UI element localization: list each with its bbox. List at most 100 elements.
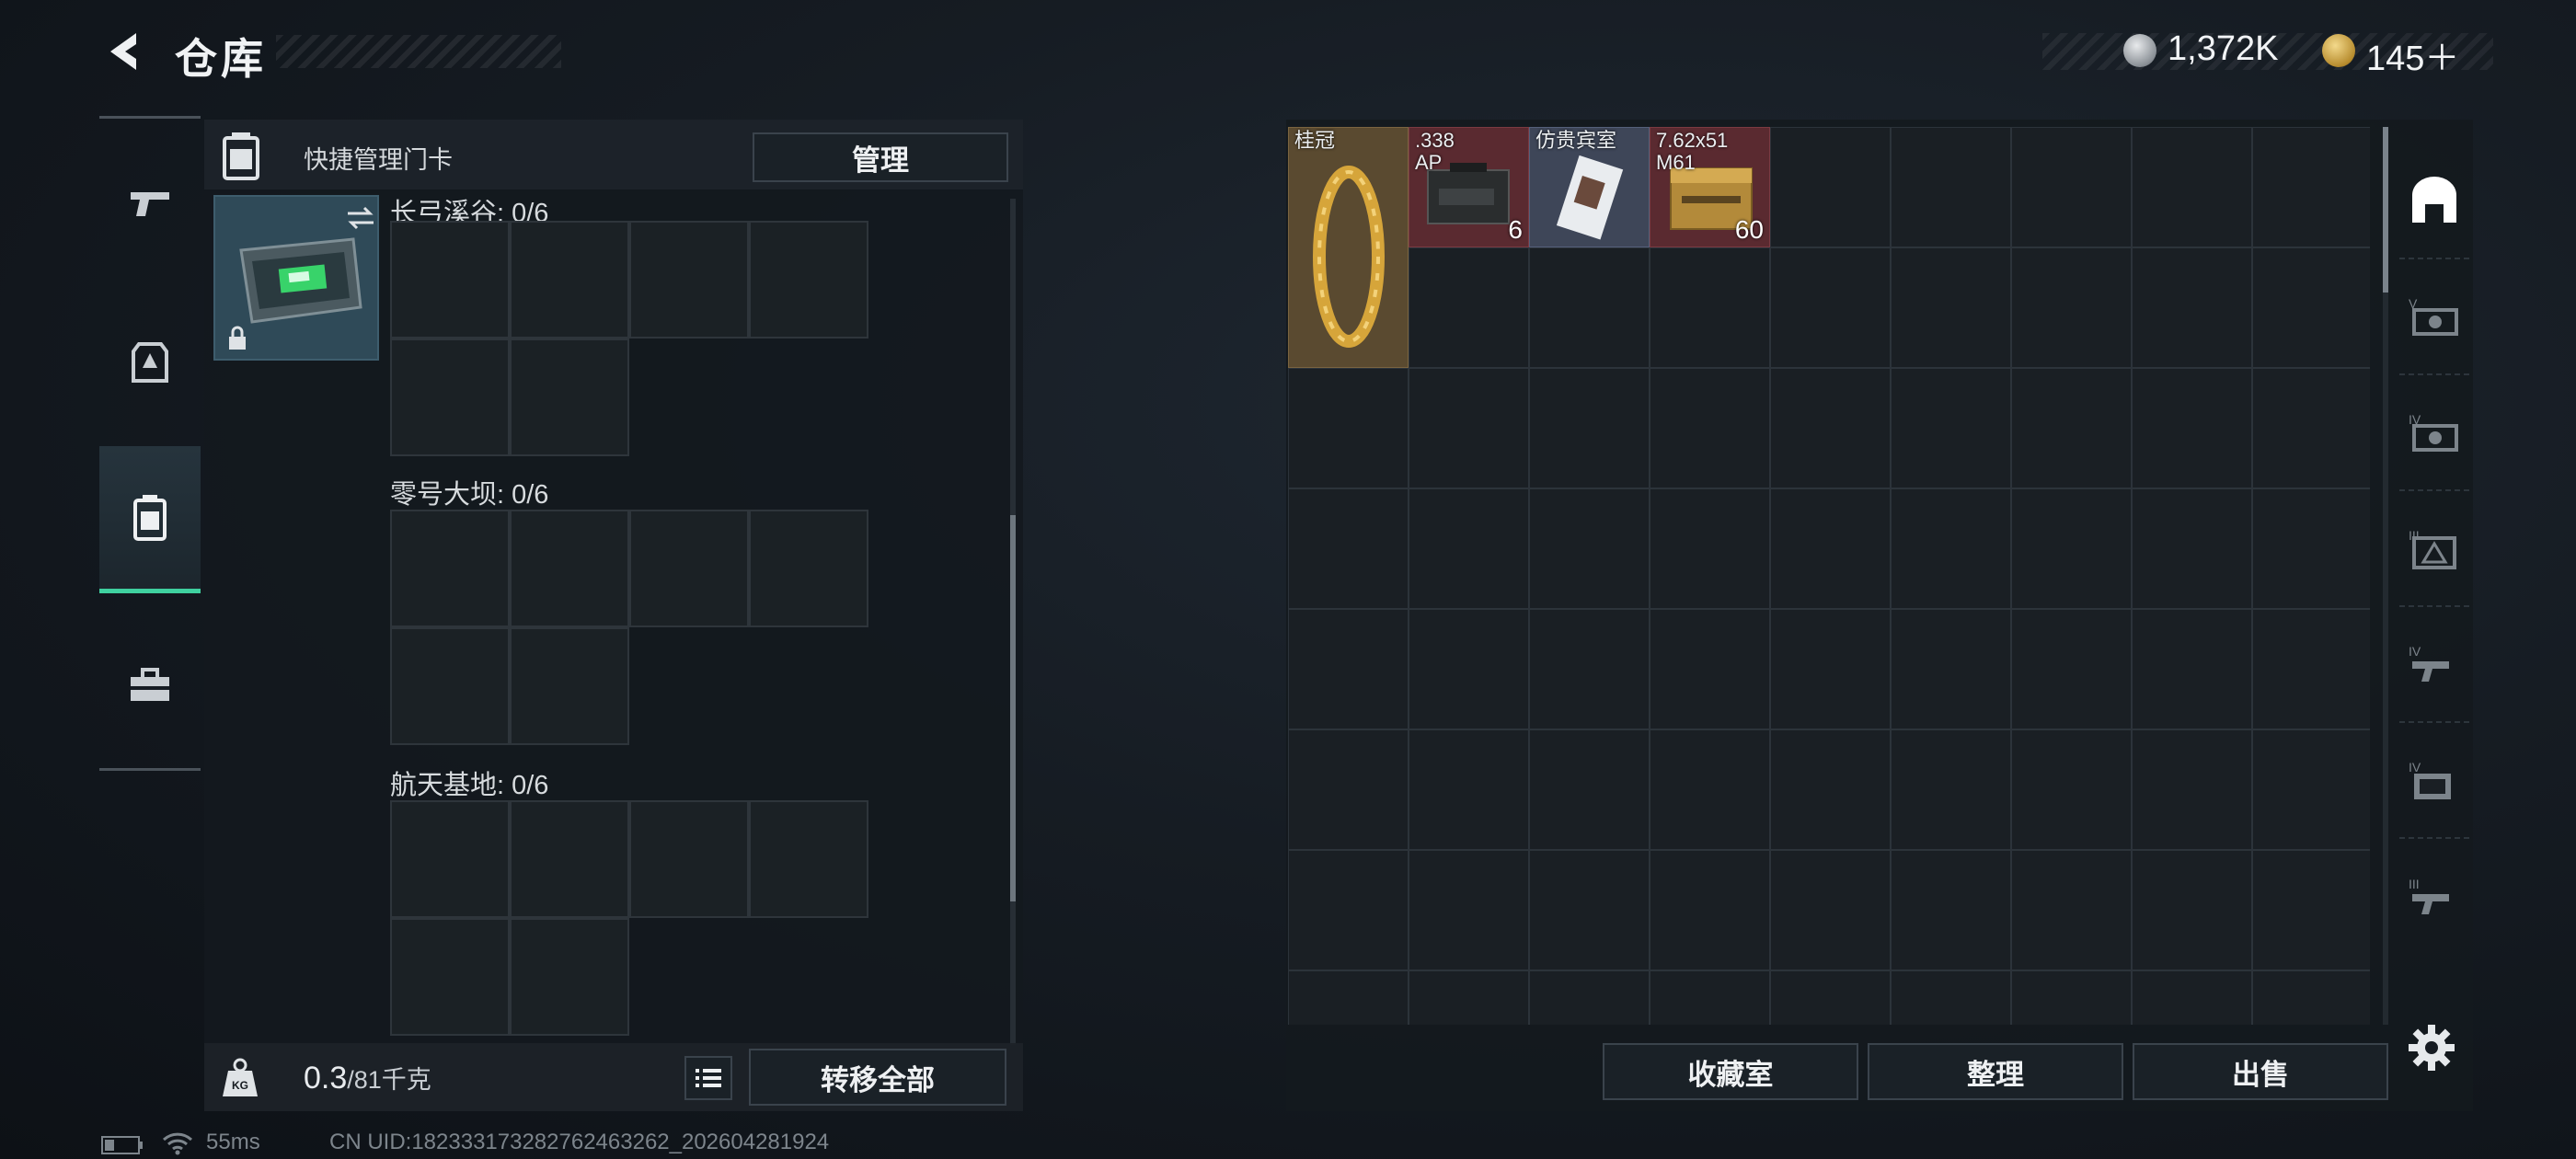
- stash-cell[interactable]: [1770, 488, 1891, 609]
- stash-cell[interactable]: [1650, 609, 1770, 729]
- transfer-all-button[interactable]: 转移全部: [749, 1049, 1006, 1106]
- stash-cell[interactable]: [1770, 368, 1891, 488]
- stash-cell[interactable]: [2252, 488, 2370, 609]
- stash-item-laurel[interactable]: 桂冠: [1288, 127, 1409, 368]
- stash-cell[interactable]: [1891, 609, 2011, 729]
- stash-tab-v[interactable]: V: [2399, 259, 2469, 375]
- stash-cell[interactable]: [2132, 850, 2252, 970]
- stash-tab-main[interactable]: [2399, 143, 2469, 259]
- stash-cell[interactable]: [1891, 247, 2011, 368]
- keycard-slot[interactable]: [749, 221, 868, 339]
- nav-keycards[interactable]: [99, 446, 201, 593]
- stash-tab-iii-b[interactable]: III: [2399, 839, 2469, 955]
- nav-weapons[interactable]: [99, 130, 201, 277]
- stash-tab-iv[interactable]: IV: [2399, 375, 2469, 491]
- stash-cell[interactable]: [1650, 970, 1770, 1025]
- manage-button[interactable]: 管理: [753, 132, 1008, 182]
- stash-cell[interactable]: [1770, 127, 1891, 247]
- stash-tab-iv-c[interactable]: IV: [2399, 723, 2469, 839]
- stash-cell[interactable]: [1529, 488, 1650, 609]
- settings-gear-icon[interactable]: [2407, 1023, 2456, 1073]
- stash-cell[interactable]: [2132, 368, 2252, 488]
- sort-button[interactable]: 整理: [1868, 1043, 2123, 1100]
- stash-cell[interactable]: [1891, 368, 2011, 488]
- stash-cell[interactable]: [1288, 729, 1409, 850]
- keycard-slot[interactable]: [749, 800, 868, 918]
- stash-cell[interactable]: [2011, 729, 2132, 850]
- gold-currency-value[interactable]: 145＋: [2366, 29, 2459, 80]
- stash-cell[interactable]: [1288, 488, 1409, 609]
- keycard-slot[interactable]: [390, 800, 510, 918]
- collection-room-button[interactable]: 收藏室: [1603, 1043, 1858, 1100]
- stash-cell[interactable]: [1288, 850, 1409, 970]
- keycard-slot[interactable]: [510, 918, 629, 1036]
- stash-cell[interactable]: [1891, 729, 2011, 850]
- stash-tab-iv-b[interactable]: IV: [2399, 607, 2469, 723]
- stash-cell[interactable]: [1650, 247, 1770, 368]
- stash-cell[interactable]: [2252, 729, 2370, 850]
- stash-tab-iii[interactable]: III: [2399, 491, 2469, 607]
- stash-cell[interactable]: [1529, 970, 1650, 1025]
- stash-cell[interactable]: [1770, 729, 1891, 850]
- keycard-slot[interactable]: [510, 510, 629, 627]
- stash-cell[interactable]: [1891, 488, 2011, 609]
- stash-cell[interactable]: [1409, 850, 1529, 970]
- back-arrow-icon[interactable]: [99, 28, 147, 75]
- stash-item-vip-card[interactable]: 仿贵宾室: [1529, 127, 1650, 247]
- keycard-scrollbar-thumb[interactable]: [1010, 515, 1016, 901]
- stash-cell[interactable]: [1650, 729, 1770, 850]
- stash-scrollbar-thumb[interactable]: [2383, 127, 2388, 293]
- keycard-slot[interactable]: [510, 627, 629, 745]
- stash-cell[interactable]: [1409, 247, 1529, 368]
- selected-keycard-item[interactable]: [213, 195, 379, 361]
- stash-cell[interactable]: [2252, 609, 2370, 729]
- keycard-slot[interactable]: [390, 510, 510, 627]
- swap-arrows-icon[interactable]: [344, 204, 377, 232]
- stash-cell[interactable]: [1650, 368, 1770, 488]
- stash-cell[interactable]: [2132, 970, 2252, 1025]
- keycard-slot[interactable]: [390, 627, 510, 745]
- keycard-slot[interactable]: [629, 800, 749, 918]
- nav-armor[interactable]: [99, 290, 201, 437]
- keycard-slot[interactable]: [390, 221, 510, 339]
- keycard-slot[interactable]: [510, 339, 629, 456]
- keycard-slot[interactable]: [390, 918, 510, 1036]
- stash-cell[interactable]: [1409, 488, 1529, 609]
- stash-cell[interactable]: [1288, 609, 1409, 729]
- stash-cell[interactable]: [1650, 488, 1770, 609]
- stash-cell[interactable]: [1770, 850, 1891, 970]
- stash-cell[interactable]: [1409, 609, 1529, 729]
- keycard-slot[interactable]: [510, 221, 629, 339]
- stash-cell[interactable]: [1650, 850, 1770, 970]
- stash-cell[interactable]: [2132, 729, 2252, 850]
- stash-cell[interactable]: [2132, 488, 2252, 609]
- stash-cell[interactable]: [2011, 970, 2132, 1025]
- stash-cell[interactable]: [1770, 970, 1891, 1025]
- stash-cell[interactable]: [1288, 368, 1409, 488]
- stash-cell[interactable]: [1288, 970, 1409, 1025]
- stash-cell[interactable]: [1409, 729, 1529, 850]
- stash-cell[interactable]: [2011, 127, 2132, 247]
- stash-item-762x51[interactable]: 7.62x51 M61 60: [1650, 127, 1770, 247]
- stash-cell[interactable]: [2011, 247, 2132, 368]
- stash-cell[interactable]: [2011, 609, 2132, 729]
- stash-cell[interactable]: [2252, 368, 2370, 488]
- stash-cell[interactable]: [1770, 609, 1891, 729]
- stash-cell[interactable]: [2132, 609, 2252, 729]
- keycard-slot[interactable]: [629, 221, 749, 339]
- stash-cell[interactable]: [1529, 729, 1650, 850]
- keycard-slot[interactable]: [629, 510, 749, 627]
- stash-cell[interactable]: [1409, 970, 1529, 1025]
- nav-tools[interactable]: [99, 612, 201, 759]
- stash-cell[interactable]: [2252, 850, 2370, 970]
- stash-cell[interactable]: [2252, 970, 2370, 1025]
- stash-cell[interactable]: [2252, 127, 2370, 247]
- stash-cell[interactable]: [2252, 247, 2370, 368]
- keycard-slot[interactable]: [749, 510, 868, 627]
- stash-cell[interactable]: [2011, 368, 2132, 488]
- stash-grid[interactable]: 桂冠 .338 AP 6 仿贵宾室 7.62x51 M61 60: [1288, 127, 2370, 1025]
- stash-cell[interactable]: [1529, 850, 1650, 970]
- sell-button[interactable]: 出售: [2133, 1043, 2388, 1100]
- keycard-slot[interactable]: [390, 339, 510, 456]
- stash-cell[interactable]: [1891, 850, 2011, 970]
